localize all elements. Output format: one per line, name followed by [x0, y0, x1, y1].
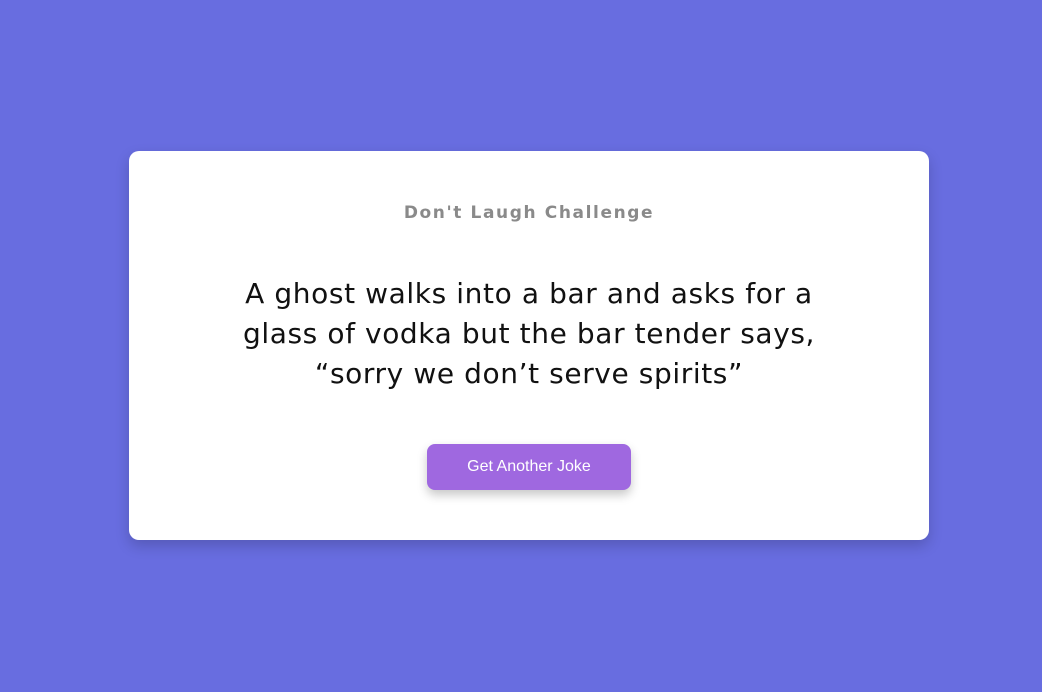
joke-card: Don't Laugh Challenge A ghost walks into… — [129, 151, 929, 540]
joke-text: A ghost walks into a bar and asks for a … — [242, 277, 816, 390]
get-another-joke-button[interactable]: Get Another Joke — [427, 444, 631, 490]
card-title: Don't Laugh Challenge — [403, 203, 655, 223]
